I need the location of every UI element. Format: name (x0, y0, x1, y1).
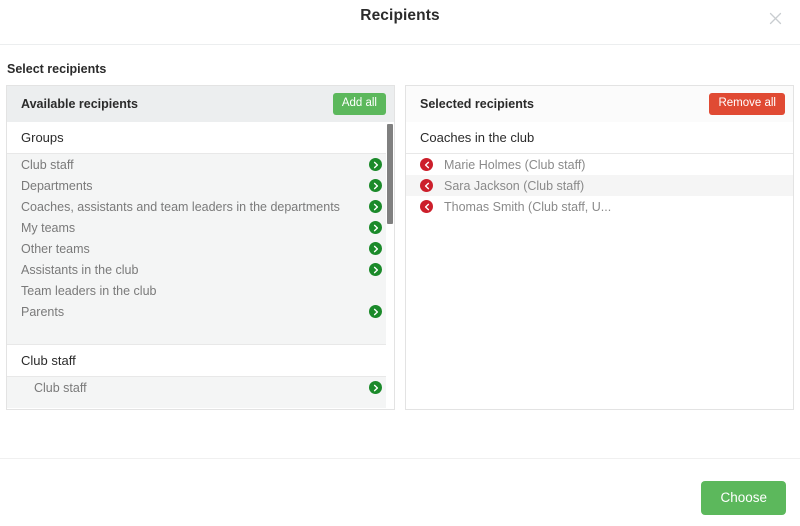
list-item[interactable]: Marie Holmes (Club staff) (406, 154, 793, 175)
list-item-label: Thomas Smith (Club staff, U... (433, 200, 611, 214)
list-item-label: Coaches, assistants and team leaders in … (21, 200, 369, 214)
available-group-0-items: Club staff Departments Coaches, assistan… (7, 154, 394, 344)
remove-arrow-left-icon[interactable] (420, 179, 433, 192)
list-item[interactable]: Club staff (7, 154, 394, 175)
available-list-scrollbar[interactable] (386, 122, 394, 409)
list-item-label: Assistants in the club (21, 263, 369, 277)
list-item-label: Departments (21, 179, 369, 193)
selected-recipients-panel: Selected recipients Remove all Coaches i… (405, 85, 794, 410)
list-item[interactable]: Thomas Smith (Club staff, U... (406, 196, 793, 217)
list-item[interactable]: Coaches, assistants and team leaders in … (7, 196, 394, 217)
add-arrow-right-icon[interactable] (369, 381, 382, 394)
list-item-label: Marie Holmes (Club staff) (433, 158, 585, 172)
add-arrow-right-icon[interactable] (369, 263, 382, 276)
remove-arrow-left-icon[interactable] (420, 200, 433, 213)
list-group-header: Groups (7, 122, 394, 154)
list-item-label: Parents (21, 305, 369, 319)
remove-all-button[interactable]: Remove all (709, 93, 785, 115)
modal-body: Select recipients Available recipients A… (0, 62, 800, 410)
list-group-header: Club staff (7, 344, 394, 377)
list-item-label: Club staff (21, 158, 369, 172)
selected-panel-title: Selected recipients (420, 97, 534, 111)
add-arrow-right-icon[interactable] (369, 200, 382, 213)
list-item[interactable]: Club staff (7, 377, 394, 398)
add-arrow-right-icon[interactable] (369, 221, 382, 234)
modal-footer: Choose (0, 458, 800, 526)
add-all-button[interactable]: Add all (333, 93, 386, 115)
modal-header: Recipients (0, 0, 800, 45)
list-item-label: Sara Jackson (Club staff) (433, 179, 584, 193)
section-label: Select recipients (7, 62, 794, 76)
list-item[interactable]: Departments (7, 175, 394, 196)
selected-list-scroll[interactable]: Coaches in the club Marie Holmes (Club s… (406, 122, 793, 409)
list-item[interactable]: Team leaders in the club (7, 280, 394, 301)
available-recipients-panel: Available recipients Add all Groups Club… (6, 85, 395, 410)
add-arrow-right-icon[interactable] (369, 158, 382, 171)
list-item[interactable]: Assistants in the club (7, 259, 394, 280)
selected-items: Marie Holmes (Club staff) Sara Jackson (… (406, 154, 793, 217)
close-icon[interactable] (762, 5, 788, 31)
page-title: Recipients (0, 7, 800, 25)
list-item-label: Other teams (21, 242, 369, 256)
choose-button[interactable]: Choose (701, 481, 786, 515)
no-arrow-placeholder (369, 284, 382, 297)
list-item-label: Club staff (21, 381, 369, 395)
list-item-label: My teams (21, 221, 369, 235)
list-item[interactable]: Sara Jackson (Club staff) (406, 175, 793, 196)
list-item[interactable]: Parents (7, 301, 394, 322)
list-item-label: Team leaders in the club (21, 284, 369, 298)
available-group-1-items: Club staff (7, 377, 394, 408)
available-list-scroll[interactable]: Groups Club staff Departments (7, 122, 394, 409)
list-item[interactable]: My teams (7, 217, 394, 238)
available-panel-title: Available recipients (21, 97, 138, 111)
recipient-panels: Available recipients Add all Groups Club… (6, 85, 794, 410)
selected-group-header: Coaches in the club (406, 122, 793, 154)
list-item[interactable]: Other teams (7, 238, 394, 259)
remove-arrow-left-icon[interactable] (420, 158, 433, 171)
available-panel-header: Available recipients Add all (7, 86, 394, 122)
add-arrow-right-icon[interactable] (369, 242, 382, 255)
selected-panel-header: Selected recipients Remove all (406, 86, 793, 122)
add-arrow-right-icon[interactable] (369, 305, 382, 318)
scrollbar-thumb[interactable] (387, 124, 393, 224)
add-arrow-right-icon[interactable] (369, 179, 382, 192)
